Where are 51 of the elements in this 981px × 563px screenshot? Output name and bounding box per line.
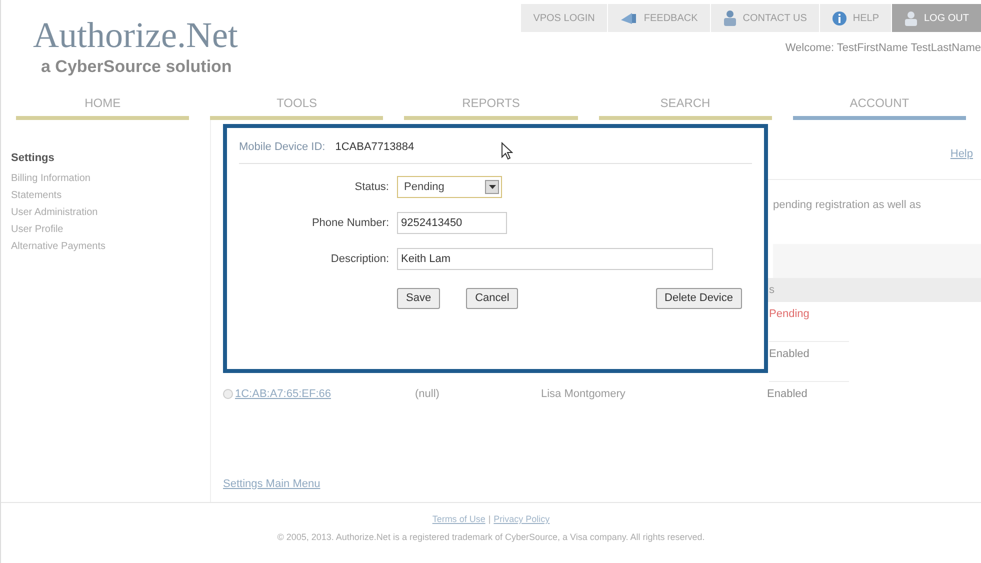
table-cell-text: Lisa Montgomery: [541, 386, 626, 402]
welcome-text: Welcome: TestFirstName TestLastName: [785, 41, 981, 56]
help-link[interactable]: Help: [950, 146, 973, 162]
sidebar-item[interactable]: Alternative Payments: [11, 238, 210, 254]
top-link[interactable]: CONTACT US: [710, 4, 819, 32]
top-link[interactable]: FEEDBACK: [606, 4, 710, 32]
person-icon: [722, 10, 737, 26]
separator-text: |: [488, 513, 491, 526]
nav-tab[interactable]: SEARCH: [598, 90, 772, 120]
logout-link[interactable]: LOG OUT: [890, 4, 981, 32]
footer-link[interactable]: Terms of Use: [432, 513, 486, 526]
nav-tab[interactable]: TOOLS: [210, 90, 384, 120]
status-text: Pending: [769, 307, 810, 322]
logo-tagline: a CyberSource solution: [40, 56, 233, 78]
nav-tab[interactable]: HOME: [16, 90, 190, 120]
top-link[interactable]: VPOS LOGIN: [520, 4, 607, 32]
status-text: Enabled: [767, 386, 808, 402]
phone-input[interactable]: 9252413450: [397, 212, 507, 234]
description-input[interactable]: Keith Lam: [397, 248, 713, 270]
copyright-text: © 2005, 2013. Authorize.Net is a registered trademark of CyberSource, a Visa company. All rights reserved.: [277, 530, 705, 544]
table-header-cell-text: s: [769, 282, 774, 298]
device-link[interactable]: 1C:AB:A7:65:EF:66: [235, 386, 415, 402]
nav-tab[interactable]: ACCOUNT: [792, 90, 966, 120]
logo-text: Authorize.Net: [33, 16, 238, 54]
description-label: Description:: [330, 252, 389, 267]
footer-link[interactable]: Privacy Policy: [494, 513, 550, 526]
dialog-button[interactable]: Save: [397, 288, 440, 309]
sidebar-item[interactable]: Settings: [11, 150, 210, 166]
radio-button[interactable]: [223, 389, 233, 399]
sidebar-item[interactable]: Statements: [11, 188, 210, 202]
phone-label: Phone Number:: [310, 216, 389, 231]
caret-icon: [488, 185, 496, 189]
sidebar-item[interactable]: User Profile: [11, 222, 210, 236]
cursor-icon: [501, 142, 513, 160]
table-cell-text: (null): [415, 386, 440, 402]
settings-main-menu-link[interactable]: Settings Main Menu: [223, 476, 320, 492]
status-dropdown[interactable]: Pending: [397, 176, 502, 198]
dialog-button[interactable]: Delete Device: [656, 288, 742, 309]
status-text: Enabled: [769, 347, 810, 362]
intro-text: pending registration as well as: [773, 199, 921, 211]
device-id-value: 1CABA7713884: [335, 140, 414, 156]
nav-tab[interactable]: REPORTS: [404, 90, 578, 120]
status-label: Status:: [354, 180, 389, 195]
person-icon: [904, 10, 918, 26]
device-id-label: Mobile Device ID:: [239, 140, 326, 156]
sidebar-item[interactable]: Billing Information: [11, 170, 210, 186]
top-link[interactable]: HELP: [818, 4, 891, 32]
dialog-button[interactable]: Cancel: [466, 288, 518, 309]
megaphone-icon: [620, 11, 638, 25]
info-icon: [832, 10, 847, 26]
sidebar-item[interactable]: User Administration: [11, 204, 210, 220]
